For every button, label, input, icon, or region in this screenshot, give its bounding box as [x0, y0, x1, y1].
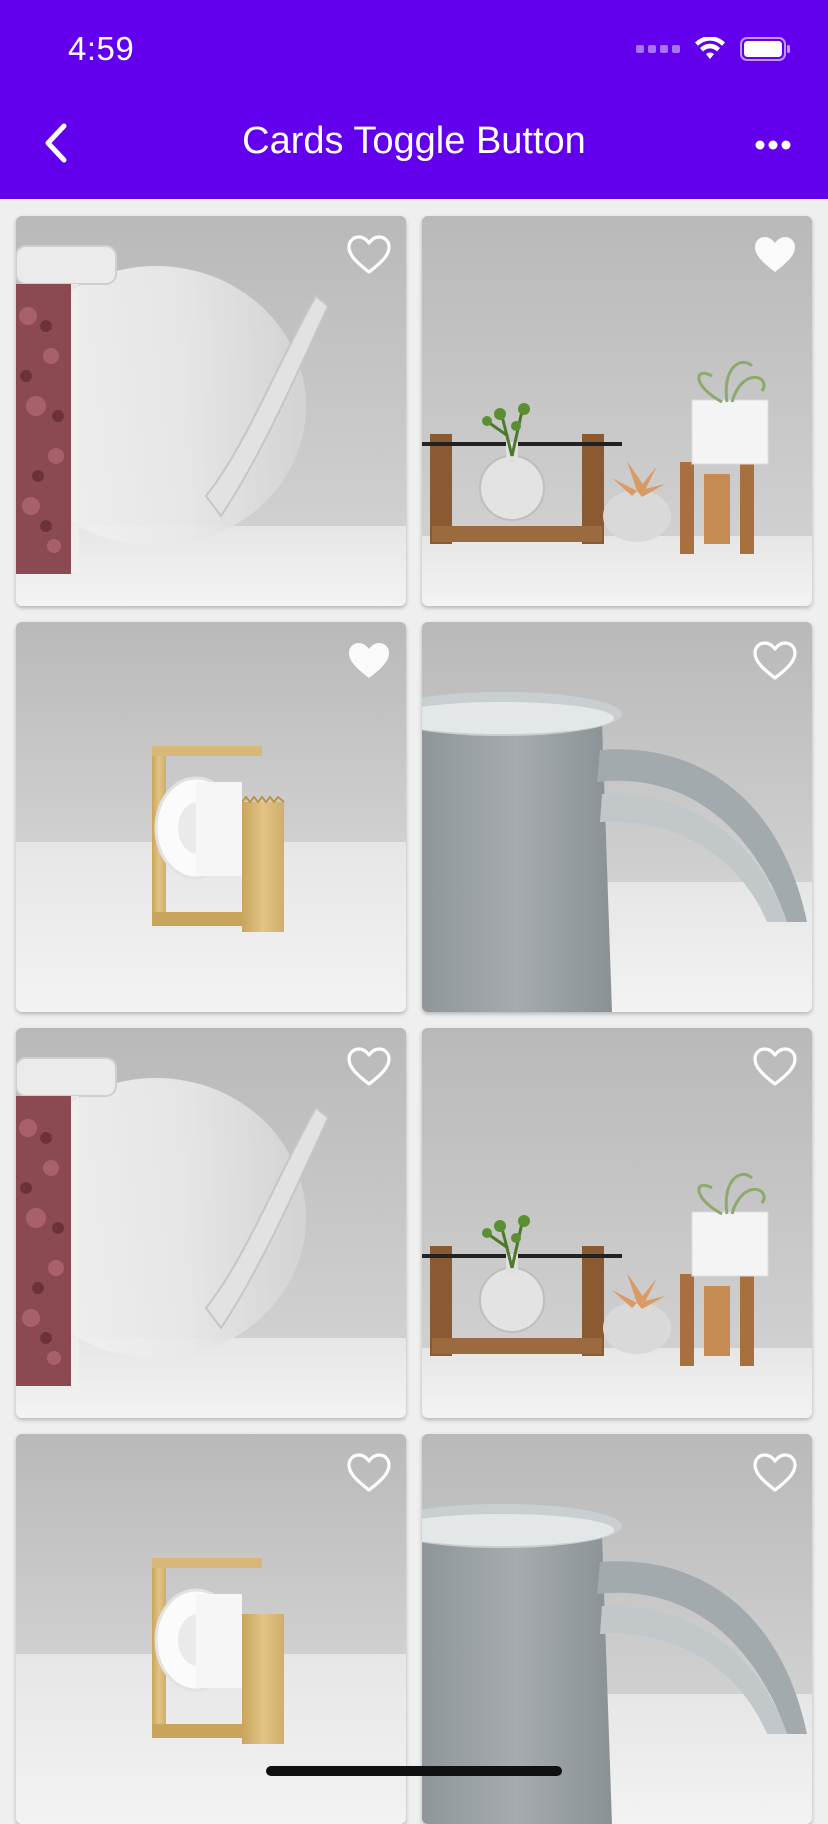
home-indicator	[266, 1766, 562, 1776]
heart-outline-icon	[347, 235, 391, 274]
favorite-toggle-button[interactable]	[752, 640, 798, 682]
product-card[interactable]	[16, 216, 406, 606]
cellular-signal-icon	[636, 45, 680, 53]
product-card[interactable]	[422, 216, 812, 606]
heart-outline-icon	[753, 641, 797, 680]
product-card[interactable]	[422, 1028, 812, 1418]
heart-outline-icon	[753, 1453, 797, 1492]
product-card[interactable]	[16, 622, 406, 1012]
favorite-toggle-button[interactable]	[752, 1452, 798, 1494]
status-icons	[636, 36, 792, 62]
favorite-toggle-button[interactable]	[752, 234, 798, 276]
favorite-toggle-button[interactable]	[346, 640, 392, 682]
heart-outline-icon	[347, 1047, 391, 1086]
heart-filled-icon	[755, 237, 795, 272]
wifi-icon	[695, 37, 725, 59]
product-card-grid	[16, 216, 812, 1824]
favorite-toggle-button[interactable]	[346, 234, 392, 276]
status-time: 4:59	[68, 30, 135, 67]
app-bar: 4:59 Cards Toggle Button	[0, 0, 828, 199]
page-title: Cards Toggle Button	[242, 120, 586, 162]
heart-filled-icon	[349, 643, 389, 678]
heart-outline-icon	[347, 1453, 391, 1492]
heart-outline-icon	[753, 1047, 797, 1086]
product-card[interactable]	[422, 622, 812, 1012]
battery-icon	[740, 37, 790, 61]
favorite-toggle-button[interactable]	[346, 1046, 392, 1088]
favorite-toggle-button[interactable]	[346, 1452, 392, 1494]
favorite-toggle-button[interactable]	[752, 1046, 798, 1088]
product-card[interactable]	[16, 1028, 406, 1418]
more-options-button[interactable]	[748, 125, 798, 165]
